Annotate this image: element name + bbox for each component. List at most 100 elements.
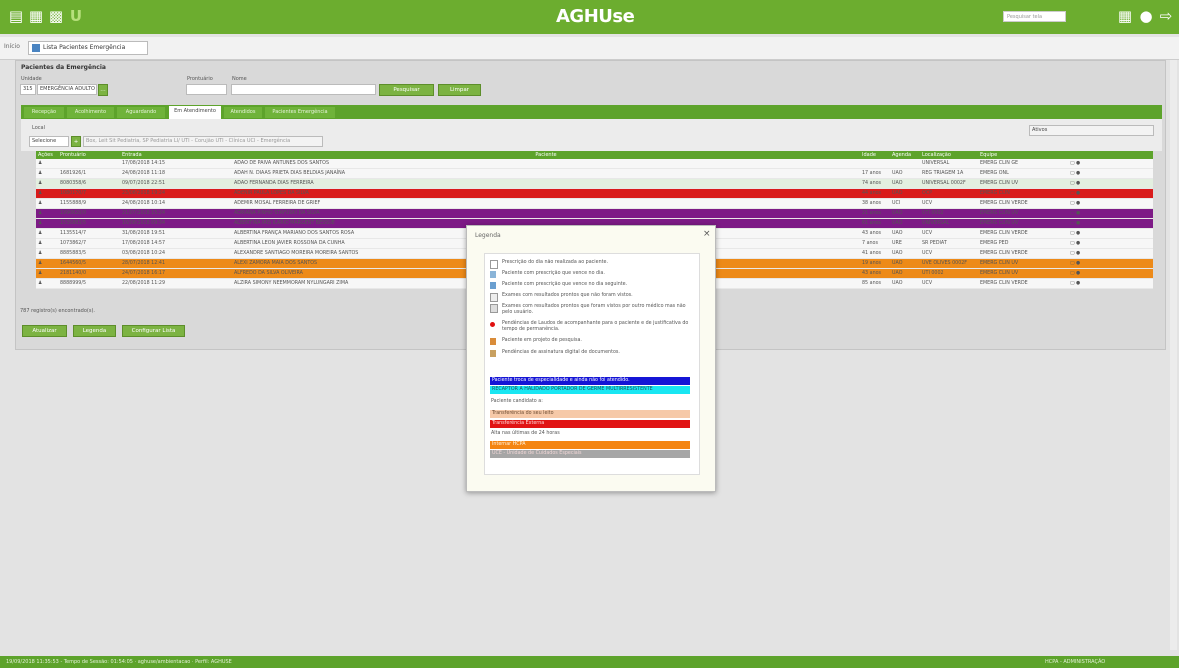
cell-entrada: 24/08/2018 11:18	[120, 168, 232, 179]
cell-paciente: ADEMIR MOSAL FERREIRA DE GRIEF	[232, 198, 860, 209]
row-status-icons[interactable]: ▢ ●	[1068, 268, 1153, 279]
row-action-icon[interactable]: ♟	[36, 188, 58, 199]
legend-bar-cyan: RECAPTOR A HALIDADO PORTADOR DE GERME MU…	[490, 386, 690, 394]
legend-item-text: Paciente com prescrição que vence no dia…	[502, 282, 628, 287]
tab-lista-pacientes[interactable]: Lista Pacientes Emergência	[28, 41, 148, 55]
table-row[interactable]: ♟ 1681926/1 24/08/2018 11:18 ADAH N. DIAAS …	[36, 168, 1153, 179]
col-acoes[interactable]: Ações	[36, 151, 58, 159]
table-icon[interactable]: ▩	[48, 8, 64, 24]
tab-pacientes-emergencia[interactable]: Pacientes Emergência	[265, 107, 335, 118]
prontuario-field[interactable]	[186, 84, 227, 95]
status-select[interactable]: Ativos	[1029, 125, 1154, 136]
cell-entrada: 22/08/2018 11:29	[120, 278, 232, 289]
col-agenda[interactable]: Agenda	[890, 151, 920, 159]
cell-entrada: 21/07/2018 15:24	[120, 208, 232, 219]
table-row[interactable]: ♟ 1155888/9 24/08/2018 10:14 ADEMIR MOSAL F…	[36, 198, 1153, 209]
unidade-field[interactable]: EMERGÊNCIA ADULTO	[37, 84, 97, 95]
limpar-button[interactable]: Limpar	[438, 84, 481, 96]
tab-home[interactable]: Início	[4, 43, 20, 50]
row-action-icon[interactable]: ♟	[36, 208, 58, 219]
cell-entrada: 10/08/2018 09:34	[120, 218, 232, 229]
unidade-search-button[interactable]: …	[98, 84, 108, 96]
cell-prontuario: 8885883/5	[58, 248, 120, 259]
row-action-icon[interactable]: ♟	[36, 218, 58, 229]
table-row[interactable]: ♟ 8080358/6 09/07/2018 22:51 ADAO FERNANDA …	[36, 178, 1153, 189]
tab-em-atendimento[interactable]: Em Atendimento	[169, 106, 221, 119]
row-status-icons[interactable]: ▢ ●	[1068, 218, 1153, 229]
unidade-code-field[interactable]: 315	[20, 84, 36, 95]
search-input[interactable]: Pesquisar tela	[1003, 11, 1066, 22]
row-action-icon[interactable]: ♟	[36, 159, 58, 169]
pesquisar-button[interactable]: Pesquisar	[379, 84, 434, 96]
tab-recepcao[interactable]: Recepção	[24, 107, 64, 118]
cell-paciente: ADAO FERNANDA DIAS FERREIRA	[232, 178, 860, 189]
col-entrada[interactable]: Entrada	[120, 151, 232, 159]
apps-icon[interactable]: ▦	[1117, 8, 1133, 24]
cell-equipe: EMERG CLIN	[978, 188, 1068, 199]
col-idade[interactable]: Idade	[860, 151, 890, 159]
tab-atendidos[interactable]: Atendidos	[224, 107, 262, 118]
row-status-icons[interactable]: ▢ ●	[1068, 188, 1153, 199]
cell-equipe: EMERG CLIN VERDE	[978, 228, 1068, 239]
row-action-icon[interactable]: ♟	[36, 178, 58, 189]
row-action-icon[interactable]: ♟	[36, 238, 58, 249]
row-status-icons[interactable]: ▢ ●	[1068, 228, 1153, 239]
cell-localizacao: UNIVERSAL 0002F	[920, 178, 978, 189]
legend-list: Prescrição do dia não realizada ao pacie…	[484, 253, 700, 475]
row-action-icon[interactable]: ♟	[36, 198, 58, 209]
table-row[interactable]: ♟ 17/08/2018 14:15 ADAO DE PAIVA ANTUNES D…	[36, 159, 1153, 169]
row-action-icon[interactable]: ♟	[36, 278, 58, 289]
nome-field[interactable]	[231, 84, 376, 95]
cell-equipe: EMERG CLIN VERDE	[978, 278, 1068, 289]
blank-icon	[490, 260, 498, 269]
top-bar: ▤ ▦ ▩ U AGHUse Pesquisar tela ▦ ● ⇨	[0, 0, 1179, 34]
table-row[interactable]: ♟ 1990620/0 21/07/2018 15:24 ADRIANA PINHO …	[36, 208, 1153, 219]
local-add-button[interactable]: +	[71, 136, 81, 147]
local-options[interactable]: Box, Leit Sit Pediatria, SP Pediatria LI…	[83, 136, 323, 147]
cell-prontuario: 1073862/7	[58, 238, 120, 249]
close-icon[interactable]: ×	[703, 229, 711, 239]
row-action-icon[interactable]: ♟	[36, 248, 58, 259]
row-status-icons[interactable]: ▢ ●	[1068, 258, 1153, 269]
tab-aguardando[interactable]: Aguardando	[117, 107, 165, 118]
col-equipe[interactable]: Equipe	[978, 151, 1068, 159]
cell-paciente: ADAO DE PAIVA ANTUNES DOS SANTOS	[232, 159, 860, 169]
row-status-icons[interactable]: ▢ ●	[1068, 159, 1153, 169]
logout-icon[interactable]: ⇨	[1158, 8, 1174, 24]
legend-bar-blue: Paciente troca de especialidade e ainda …	[490, 377, 690, 385]
row-status-icons[interactable]: ▢ ●	[1068, 208, 1153, 219]
tab-acolhimento[interactable]: Acolhimento	[67, 107, 114, 118]
row-action-icon[interactable]: ♟	[36, 258, 58, 269]
atualizar-button[interactable]: Atualizar	[22, 325, 67, 337]
col-paciente[interactable]: Paciente	[232, 151, 860, 159]
exam2-icon	[490, 304, 498, 313]
configurar-lista-button[interactable]: Configurar Lista	[122, 325, 185, 337]
row-status-icons[interactable]: ▢ ●	[1068, 278, 1153, 289]
legend-item-text: Pendências de Laudos de acompanhante par…	[502, 321, 689, 332]
table-row[interactable]: ♟ 1080170/7 23/08/2018 19:24 ADENIR PAULA L…	[36, 188, 1153, 199]
row-status-icons[interactable]: ▢ ●	[1068, 178, 1153, 189]
cell-idade: 19 anos	[860, 258, 890, 269]
project-icon	[490, 338, 496, 345]
tab-label: Lista Pacientes Emergência	[43, 44, 126, 51]
row-action-icon[interactable]: ♟	[36, 168, 58, 179]
page-scrollbar[interactable]	[1170, 60, 1177, 650]
row-action-icon[interactable]: ♟	[36, 268, 58, 279]
menu-icon[interactable]: ▤	[8, 8, 24, 24]
legenda-button[interactable]: Legenda	[73, 325, 116, 337]
row-action-icon[interactable]: ♟	[36, 228, 58, 239]
user-icon[interactable]: ●	[1138, 8, 1154, 24]
col-prontuario[interactable]: Prontuário	[58, 151, 120, 159]
legend-item-text: Paciente com prescrição que vence no dia…	[502, 271, 605, 276]
sign-icon	[490, 350, 496, 357]
logo-u-icon[interactable]: U	[68, 8, 84, 24]
row-status-icons[interactable]: ▢ ●	[1068, 168, 1153, 179]
local-select[interactable]: Selecione	[29, 136, 69, 147]
unidade-label: Unidade	[21, 76, 42, 82]
col-localizacao[interactable]: Localização	[920, 151, 978, 159]
row-status-icons[interactable]: ▢ ●	[1068, 198, 1153, 209]
grid-menu-icon[interactable]: ▦	[28, 8, 44, 24]
row-status-icons[interactable]: ▢ ●	[1068, 248, 1153, 259]
cell-prontuario: 1990620/0	[58, 208, 120, 219]
row-status-icons[interactable]: ▢ ●	[1068, 238, 1153, 249]
